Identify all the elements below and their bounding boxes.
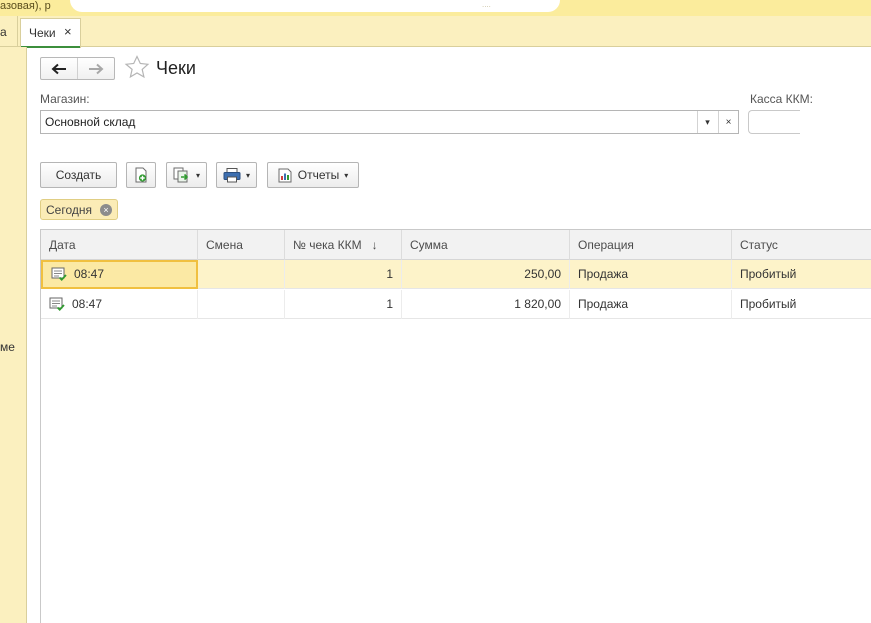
receipts-table: Дата Смена № чека ККМ ↓ Сумма Операция Ст…	[40, 229, 871, 623]
cell-date[interactable]: 08:47	[41, 290, 198, 319]
arrow-right-icon	[89, 63, 104, 74]
filter-chip-label: Сегодня	[46, 203, 92, 217]
cell-receipt-number[interactable]: 1	[285, 260, 402, 289]
tab-close-icon[interactable]: ×	[64, 24, 72, 39]
cell-status[interactable]: Пробитый	[732, 290, 871, 319]
kassa-label: Касса ККМ:	[750, 92, 813, 106]
report-chart-icon	[278, 168, 292, 182]
chevron-down-icon: ▾	[705, 116, 710, 127]
column-header-receipt-number[interactable]: № чека ККМ ↓	[285, 230, 402, 260]
table-row[interactable]: 08:47 1 1 820,00 Продажа Пробитый	[41, 290, 871, 319]
store-label: Магазин:	[40, 92, 90, 106]
window-title-right: ....	[482, 0, 491, 9]
sort-descending-icon: ↓	[371, 238, 378, 252]
arrow-left-icon	[51, 63, 66, 74]
copy-button[interactable]	[126, 162, 156, 188]
column-header-date[interactable]: Дата	[41, 230, 198, 260]
column-header-amount[interactable]: Сумма	[402, 230, 570, 260]
cell-status[interactable]: Пробитый	[732, 260, 871, 289]
back-button[interactable]	[41, 58, 77, 79]
printer-icon	[223, 168, 241, 183]
posted-document-icon	[51, 267, 67, 281]
filter-chip-today[interactable]: Сегодня ×	[40, 199, 118, 220]
tab-receipts-label: Чеки	[29, 26, 56, 40]
chevron-down-icon: ▾	[195, 170, 200, 180]
window-title: азовая), р	[0, 0, 51, 12]
tab-previous[interactable]: а	[0, 16, 18, 47]
clear-icon: ×	[725, 116, 732, 128]
cell-date[interactable]: 08:47	[41, 260, 198, 289]
cell-operation[interactable]: Продажа	[570, 290, 732, 319]
cell-shift[interactable]	[198, 290, 285, 319]
left-panel-text: ме	[0, 340, 15, 354]
window-titlebar: азовая), р ....	[0, 0, 871, 16]
table-row[interactable]: 08:47 1 250,00 Продажа Пробитый	[41, 260, 871, 289]
remove-filter-icon[interactable]: ×	[100, 204, 112, 216]
page-title: Чеки	[156, 58, 196, 78]
cell-receipt-number[interactable]: 1	[285, 290, 402, 319]
create-based-on-icon	[173, 167, 189, 183]
posted-document-icon	[49, 297, 65, 311]
cell-amount[interactable]: 250,00	[402, 260, 570, 289]
form-content: Чеки Магазин: Касса ККМ: Основной склад …	[28, 48, 871, 623]
history-nav	[40, 57, 115, 80]
create-button[interactable]: Создать	[40, 162, 117, 188]
tab-previous-label: а	[0, 25, 7, 39]
table-header: Дата Смена № чека ККМ ↓ Сумма Операция Ст…	[41, 230, 871, 260]
chevron-down-icon: ▾	[245, 170, 250, 180]
store-field[interactable]: Основной склад ▾ ×	[40, 110, 739, 134]
left-panel: ме	[0, 47, 27, 623]
create-based-on-button[interactable]: ▾	[166, 162, 207, 188]
add-document-icon	[135, 167, 147, 183]
tab-bar: а Чеки ×	[0, 16, 871, 48]
kassa-field[interactable]	[748, 110, 800, 134]
cell-amount[interactable]: 1 820,00	[402, 290, 570, 319]
cell-operation[interactable]: Продажа	[570, 260, 732, 289]
chevron-down-icon: ▾	[344, 170, 349, 180]
forward-button[interactable]	[77, 58, 114, 79]
reports-button-label: Отчеты	[297, 168, 340, 182]
tab-receipts[interactable]: Чеки ×	[20, 18, 81, 48]
column-header-shift[interactable]: Смена	[198, 230, 285, 260]
cell-shift[interactable]	[198, 260, 285, 289]
favorite-star-icon[interactable]	[124, 55, 150, 79]
store-field-value: Основной склад	[45, 115, 136, 129]
store-clear-button[interactable]: ×	[718, 111, 738, 133]
reports-button[interactable]: Отчеты ▾	[267, 162, 359, 188]
column-header-operation[interactable]: Операция	[570, 230, 732, 260]
print-button[interactable]: ▾	[216, 162, 257, 188]
create-button-label: Создать	[55, 168, 102, 182]
column-header-status[interactable]: Статус	[732, 230, 871, 260]
store-dropdown-button[interactable]: ▾	[697, 111, 717, 133]
